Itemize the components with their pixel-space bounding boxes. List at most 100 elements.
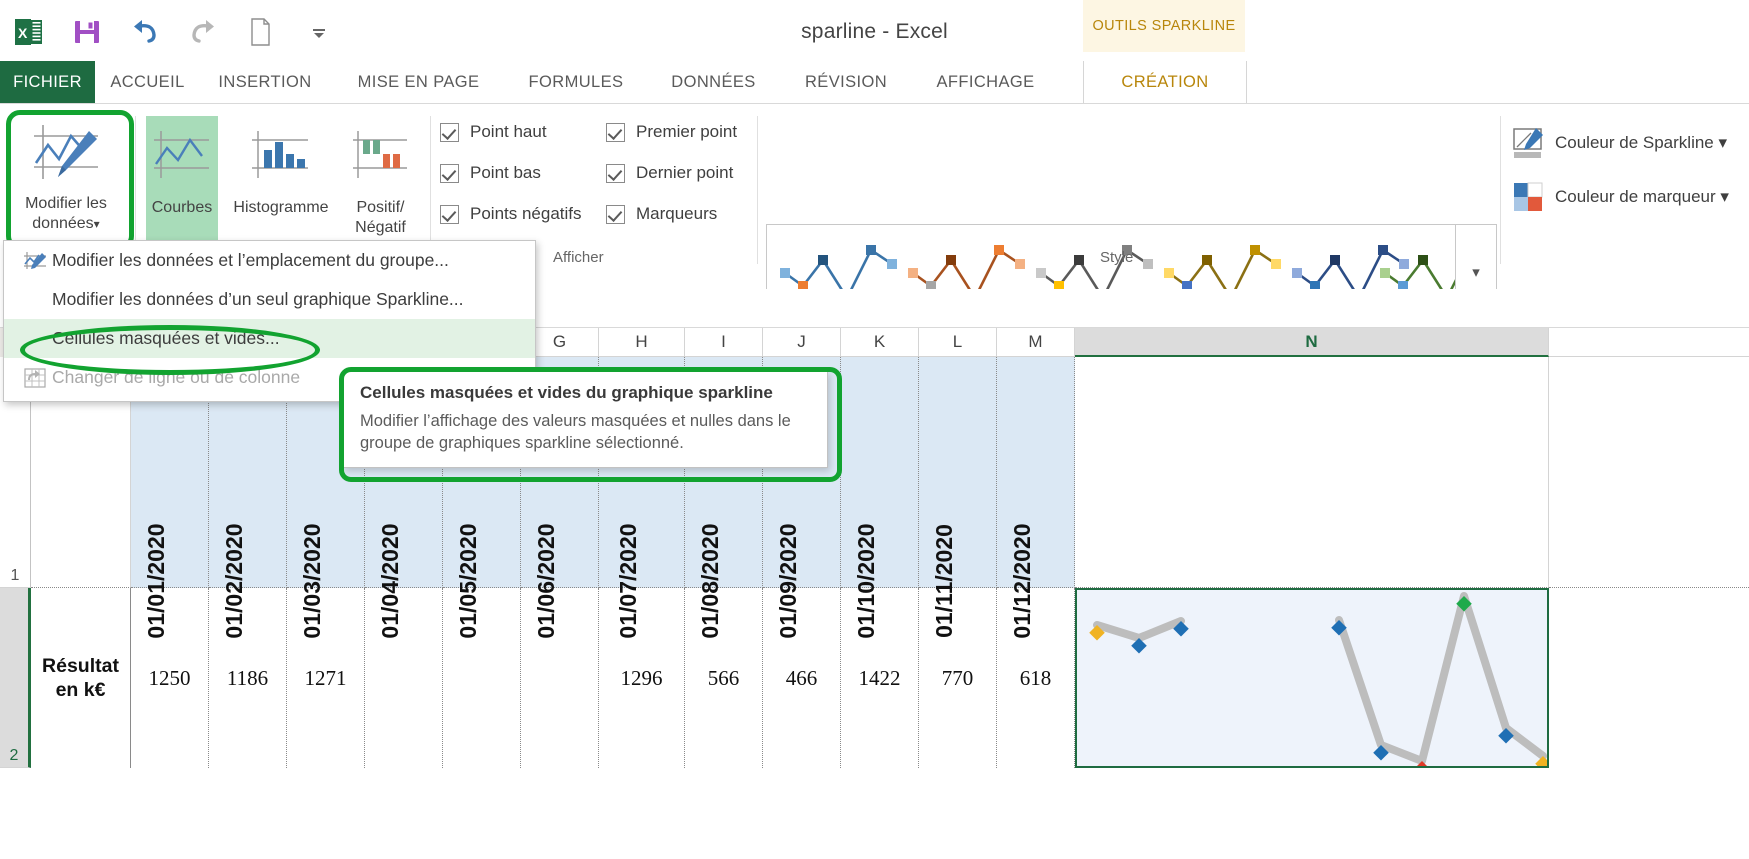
cell-k1[interactable]: 01/10/2020 <box>841 357 919 639</box>
column-header-l[interactable]: L <box>919 328 997 357</box>
column-header-m[interactable]: M <box>997 328 1075 357</box>
cell-m2[interactable]: 618 <box>997 588 1075 768</box>
type-histogramme-button[interactable]: Histogramme <box>225 116 337 218</box>
cell-l1[interactable]: 01/11/2020 <box>919 357 997 638</box>
cell-a2-line2: en k€ <box>55 679 106 701</box>
cell-h2[interactable]: 1296 <box>599 588 685 768</box>
marker-color-label: Couleur de marqueur ▾ <box>1555 187 1729 206</box>
menu-item-edit-group-data-location[interactable]: Modifier les données et l’emplacement du… <box>4 241 535 280</box>
tab-donnees[interactable]: DONNÉES <box>645 61 782 104</box>
checkbox-premier-point[interactable]: Premier point <box>606 122 737 142</box>
checkbox-marqueurs-box[interactable] <box>606 204 625 224</box>
type-positif-negatif-button[interactable]: Positif/ Négatif <box>343 116 418 237</box>
marker-color-button[interactable]: Couleur de marqueur ▾ <box>1512 180 1729 214</box>
checkbox-dernier-point-label: Dernier point <box>636 163 734 182</box>
edit-sparkline-icon <box>26 116 106 194</box>
column-header-h[interactable]: H <box>599 328 685 357</box>
menu-item-edit-group-data-location-label: Modifier les données et l’emplacement du… <box>52 250 449 270</box>
cell-l2[interactable]: 770 <box>919 588 997 768</box>
checkbox-marqueurs[interactable]: Marqueurs <box>606 204 717 224</box>
checkbox-point-haut-label: Point haut <box>470 122 547 141</box>
contextual-tab-label: OUTILS SPARKLINE <box>1092 18 1236 34</box>
type-courbes-label: Courbes <box>151 199 213 216</box>
sparkline-color-button[interactable]: Couleur de Sparkline ▾ <box>1512 126 1727 160</box>
checkbox-dernier-point-box[interactable] <box>606 163 625 183</box>
cell-e2[interactable] <box>365 588 443 768</box>
checkbox-points-negatifs[interactable]: Points négatifs <box>440 204 582 224</box>
checkbox-points-negatifs-box[interactable] <box>440 204 459 224</box>
tab-creation[interactable]: CRÉATION <box>1083 61 1247 104</box>
sparkline-color-icon <box>1513 128 1543 158</box>
show-group-label: Afficher <box>553 249 604 266</box>
column-header-overflow[interactable] <box>1549 328 1749 357</box>
save-icon[interactable] <box>58 0 116 63</box>
chevron-down-icon: ▾ <box>1472 264 1480 281</box>
svg-text:X: X <box>18 25 28 41</box>
edit-data-button[interactable]: Modifier les données▾ <box>12 116 120 233</box>
tab-accueil[interactable]: ACCUEIL <box>95 61 200 104</box>
cell-k2[interactable]: 1422 <box>841 588 919 768</box>
tab-fichier[interactable]: FICHIER <box>0 61 95 104</box>
win-loss-sparkline-icon <box>350 116 412 198</box>
cell-j2[interactable]: 466 <box>763 588 841 768</box>
sparkline-chart <box>1089 592 1551 777</box>
cell-o1[interactable] <box>1549 357 1749 588</box>
column-header-n[interactable]: N <box>1075 328 1549 357</box>
title-bar: sparline - Excel X OUTILS SPARKLINE <box>0 0 1749 63</box>
checkbox-points-negatifs-label: Points négatifs <box>470 204 582 223</box>
checkbox-point-bas-box[interactable] <box>440 163 459 183</box>
menu-item-edit-single-sparkline-data[interactable]: Modifier les données d’un seul graphique… <box>4 280 535 319</box>
column-sparkline-icon <box>248 116 314 198</box>
menu-item-switch-row-column-label: Changer de ligne ou de colonne <box>52 367 301 387</box>
cell-c2[interactable]: 1186 <box>209 588 287 768</box>
cell-n2-sparkline[interactable] <box>1075 588 1551 777</box>
menu-item-edit-single-sparkline-data-label: Modifier les données d’un seul graphique… <box>52 289 464 309</box>
menu-item-hidden-empty-cells[interactable]: Cellules masquées et vides... <box>4 319 535 358</box>
checkbox-point-haut-box[interactable] <box>440 122 459 142</box>
edit-data-caret-icon[interactable]: ▾ <box>94 217 100 231</box>
redo-icon[interactable] <box>174 0 232 63</box>
tab-affichage[interactable]: AFFICHAGE <box>910 61 1061 104</box>
column-header-k[interactable]: K <box>841 328 919 357</box>
edit-sparkline-group-icon <box>18 250 52 272</box>
sparkline-color-label: Couleur de Sparkline ▾ <box>1555 133 1728 152</box>
row-header-2[interactable]: 2 <box>0 588 31 768</box>
group-separator-3 <box>757 116 758 264</box>
new-document-icon[interactable] <box>232 0 290 63</box>
column-header-i[interactable]: I <box>685 328 763 357</box>
column-header-j[interactable]: J <box>763 328 841 357</box>
undo-icon[interactable] <box>116 0 174 63</box>
style-group-label: Style <box>1100 249 1134 266</box>
tab-formules[interactable]: FORMULES <box>507 61 645 104</box>
cell-f2[interactable] <box>443 588 521 768</box>
tab-insertion[interactable]: INSERTION <box>200 61 330 104</box>
cell-m1[interactable]: 01/12/2020 <box>997 357 1075 639</box>
tooltip-body: Modifier l’affichage des valeurs masquée… <box>360 412 791 453</box>
customize-quick-access-toolbar-icon[interactable] <box>290 0 348 63</box>
tooltip: Cellules masquées et vides du graphique … <box>343 371 828 468</box>
contextual-tab-banner: OUTILS SPARKLINE <box>1083 0 1245 52</box>
tab-mise-en-page[interactable]: MISE EN PAGE <box>330 61 507 104</box>
checkbox-point-haut[interactable]: Point haut <box>440 122 547 142</box>
checkbox-premier-point-label: Premier point <box>636 122 738 141</box>
tab-revision[interactable]: RÉVISION <box>782 61 910 104</box>
cell-a2-line1: Résultat <box>42 654 119 677</box>
cell-d2[interactable]: 1271 <box>287 588 365 768</box>
cell-o2[interactable] <box>1549 588 1749 768</box>
ribbon-tab-bar: FICHIER ACCUEIL INSERTION MISE EN PAGE F… <box>0 61 1749 104</box>
group-separator-4 <box>1500 116 1501 264</box>
cell-g2[interactable] <box>521 588 599 768</box>
cell-a2[interactable]: Résultat en k€ <box>31 588 131 768</box>
checkbox-dernier-point[interactable]: Dernier point <box>606 163 733 183</box>
tooltip-title: Cellules masquées et vides du graphique … <box>360 383 773 402</box>
marker-color-icon <box>1514 182 1543 211</box>
checkbox-marqueurs-label: Marqueurs <box>636 204 718 223</box>
quick-access-toolbar: X <box>0 0 348 63</box>
cell-i2[interactable]: 566 <box>685 588 763 768</box>
checkbox-point-bas[interactable]: Point bas <box>440 163 541 183</box>
cell-n1[interactable] <box>1075 357 1549 588</box>
checkbox-premier-point-box[interactable] <box>606 122 625 142</box>
edit-data-button-label: Modifier les données▾ <box>25 195 107 232</box>
menu-item-hidden-empty-cells-label: Cellules masquées et vides... <box>52 328 280 348</box>
cell-b2[interactable]: 1250 <box>131 588 209 768</box>
